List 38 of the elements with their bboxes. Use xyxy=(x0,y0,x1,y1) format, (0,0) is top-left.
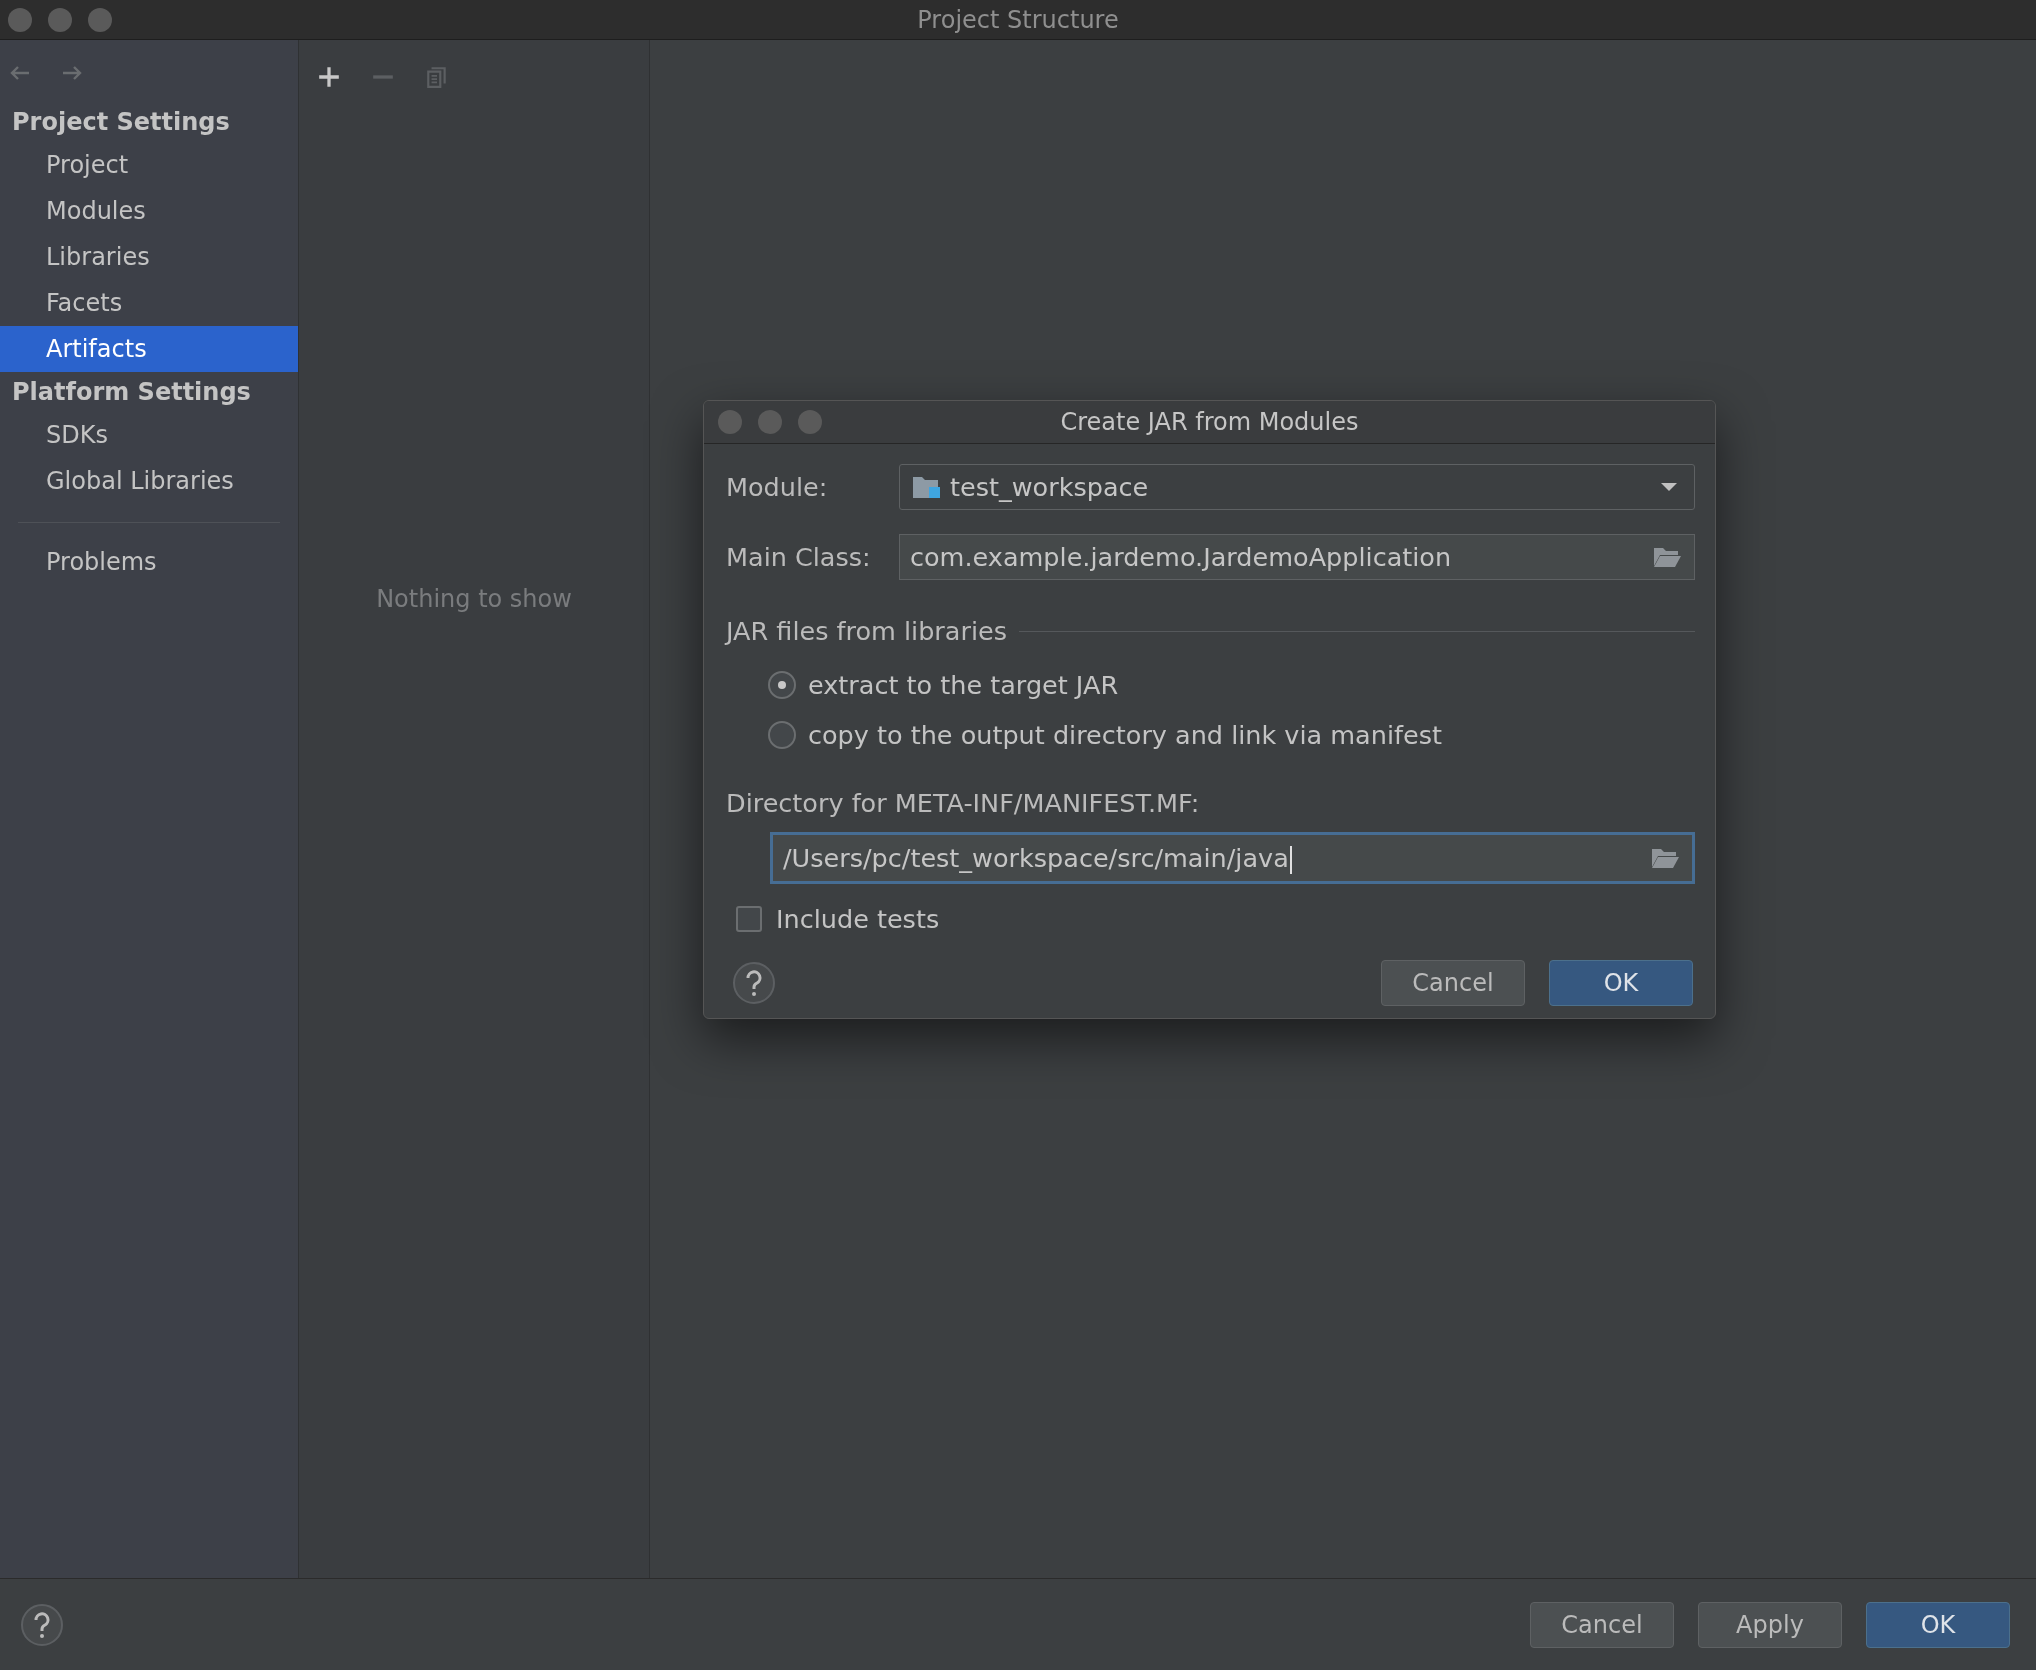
sidebar-item[interactable]: Global Libraries xyxy=(0,458,298,504)
sidebar-item[interactable]: Facets xyxy=(0,280,298,326)
field-label: Directory for META-INF/MANIFEST.MF: xyxy=(726,788,1201,818)
radio-button[interactable] xyxy=(768,721,796,749)
directory-field[interactable]: /Users/pc/test_workspace/src/main/java xyxy=(770,832,1695,884)
group-title: JAR files from libraries xyxy=(726,616,1008,646)
sidebar-item[interactable]: Problems xyxy=(0,539,298,585)
folder-icon[interactable] xyxy=(1650,846,1680,870)
sidebar-item[interactable]: Project xyxy=(0,142,298,188)
footer-button[interactable]: Apply xyxy=(1698,1601,1842,1648)
module-folder-icon xyxy=(912,474,942,500)
module-dropdown[interactable]: test_workspace xyxy=(899,464,1695,510)
help-icon[interactable] xyxy=(732,961,776,1005)
window-title: Project Structure xyxy=(917,5,1119,34)
sidebar-item[interactable]: Modules xyxy=(0,188,298,234)
sidebar-item[interactable]: Artifacts xyxy=(0,326,298,372)
footer-button[interactable]: Cancel xyxy=(1530,1601,1674,1648)
radio-button[interactable] xyxy=(768,671,796,699)
folder-icon[interactable] xyxy=(1652,545,1682,569)
option-label[interactable]: copy to the output directory and link via manifest xyxy=(808,720,1442,750)
section-heading: Project Settings xyxy=(11,107,231,138)
sidebar-item[interactable]: SDKs xyxy=(0,412,298,458)
field-label: Main Class: xyxy=(726,542,872,572)
dropdown-caret-icon xyxy=(1660,482,1678,492)
main-class-field[interactable]: com.example.jardemo.JardemoApplication xyxy=(899,534,1695,580)
empty-message: Nothing to show xyxy=(376,585,572,615)
footer-button[interactable]: OK xyxy=(1866,1601,2010,1648)
field-label: Module: xyxy=(726,472,829,502)
dialog-title: Create JAR from Modules xyxy=(1060,408,1359,436)
section-heading: Platform Settings xyxy=(11,377,252,408)
dialog-button[interactable]: OK xyxy=(1549,960,1693,1006)
add-icon[interactable] xyxy=(317,65,341,89)
dialog-button[interactable]: Cancel xyxy=(1381,960,1525,1006)
help-icon[interactable] xyxy=(20,1602,64,1647)
option-label[interactable]: extract to the target JAR xyxy=(808,670,1119,700)
checkbox[interactable] xyxy=(736,906,762,932)
sidebar-item[interactable]: Libraries xyxy=(0,234,298,280)
checkbox-label[interactable]: Include tests xyxy=(776,904,940,934)
